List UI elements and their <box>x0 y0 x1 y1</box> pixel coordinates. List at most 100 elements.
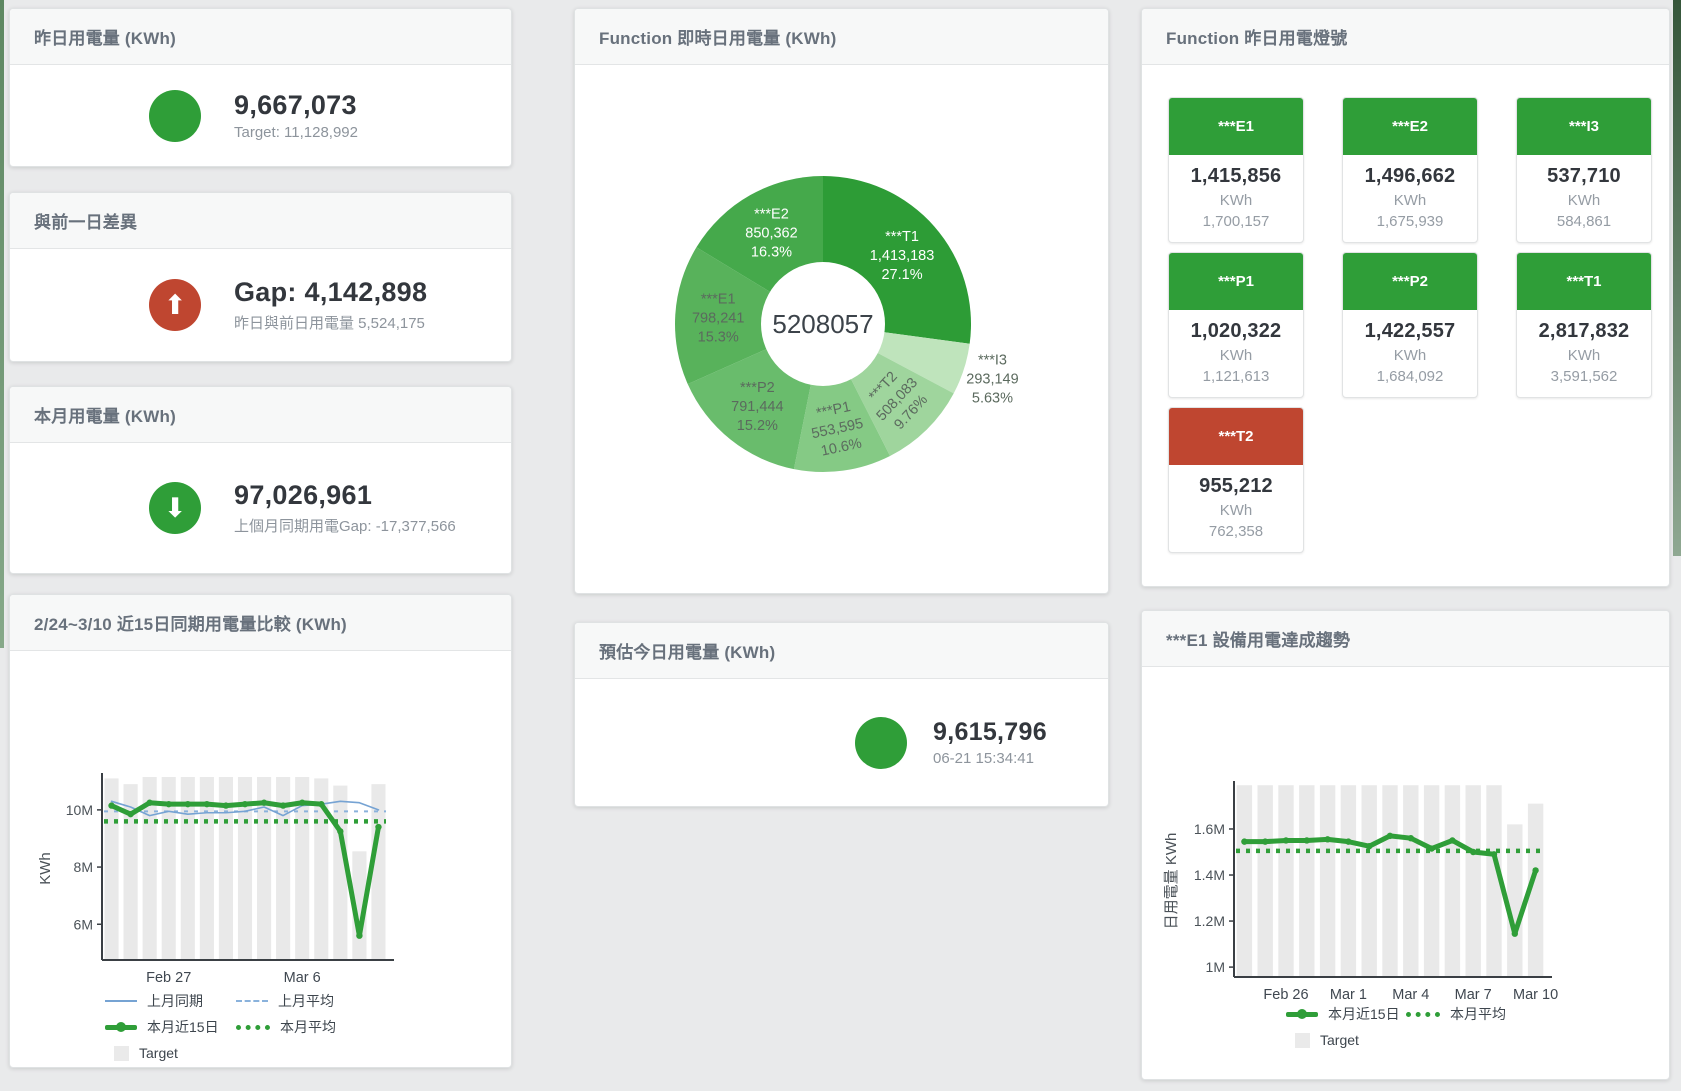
legend-label: 本月平均 <box>1450 1004 1506 1024</box>
panel-month-usage: 本月用電量 (KWh) ⬇ 97,026,961 上個月同期用電Gap: -17… <box>9 386 512 574</box>
green-dotted-line-icon <box>1406 1012 1440 1017</box>
panel-title: 預估今日用電量 (KWh) <box>575 623 1108 679</box>
green-line-icon <box>105 1025 137 1030</box>
panel-title: 本月用電量 (KWh) <box>10 387 511 443</box>
svg-text:Mar 10: Mar 10 <box>1513 987 1558 1003</box>
status-card-i3: ***I3 537,710 KWh 584,861 <box>1516 97 1652 243</box>
panel-title: Function 昨日用電燈號 <box>1142 9 1669 65</box>
legend-label: 本月平均 <box>280 1017 336 1037</box>
legend-label: Target <box>139 1045 178 1061</box>
arrow-down-icon: ⬇ <box>149 482 201 534</box>
legend-item-this-month-avg[interactable]: 本月平均 <box>1406 1004 1506 1024</box>
svg-text:1.2M: 1.2M <box>1194 913 1225 929</box>
svg-text:日用電量 KWh: 日用電量 KWh <box>1163 833 1180 930</box>
panel-compare-chart: 2/24~3/10 近15日同期用電量比較 (KWh) 6M8M10MFeb 2… <box>9 594 512 1068</box>
panel-title: 2/24~3/10 近15日同期用電量比較 (KWh) <box>10 595 511 651</box>
status-card-value: 1,422,557 <box>1347 320 1473 343</box>
green-line-icon <box>1286 1012 1318 1017</box>
status-card-target: 1,675,939 <box>1347 213 1473 230</box>
legend-label: 本月近15日 <box>147 1017 219 1037</box>
status-card-unit: KWh <box>1521 192 1647 209</box>
panel-title: 與前一日差異 <box>10 193 511 249</box>
panel-day-gap: 與前一日差異 ⬆ Gap: 4,142,898 昨日與前日用電量 5,524,1… <box>9 192 512 362</box>
day-gap-subtext: 昨日與前日用電量 5,524,175 <box>234 312 427 333</box>
status-card-e1: ***E1 1,415,856 KWh 1,700,157 <box>1168 97 1304 243</box>
arrow-down-glyph: ⬇ <box>164 495 187 522</box>
legend-item-target[interactable]: Target <box>1286 1032 1359 1048</box>
yesterday-usage-target: Target: 11,128,992 <box>234 124 358 141</box>
status-card-unit: KWh <box>1173 192 1299 209</box>
panel-status-lights: Function 昨日用電燈號 ***E1 1,415,856 KWh 1,70… <box>1141 8 1670 587</box>
arrow-up-glyph: ⬆ <box>164 292 187 319</box>
month-usage-value: 97,026,961 <box>234 480 456 511</box>
legend-item-this-month-avg[interactable]: 本月平均 <box>236 1017 336 1037</box>
svg-text:KWh: KWh <box>37 852 54 885</box>
legend-label: 上月平均 <box>278 991 334 1011</box>
legend-label: Target <box>1320 1032 1359 1048</box>
compare-chart[interactable]: 6M8M10MFeb 27Mar 6KWh <box>10 651 511 996</box>
day-gap-value: Gap: 4,142,898 <box>234 277 427 308</box>
realtime-donut-chart[interactable]: ***T11,413,18327.1%***I3293,1495.63%***T… <box>575 65 1108 593</box>
status-card-header: ***E1 <box>1169 98 1303 155</box>
status-card-header: ***T2 <box>1169 408 1303 465</box>
compare-legend: 上月同期 上月平均 本月近15日 本月平均 <box>105 988 336 1066</box>
svg-text:5208057: 5208057 <box>772 309 873 339</box>
legend-item-this-month[interactable]: 本月近15日 <box>105 1017 236 1037</box>
status-card-header: ***P2 <box>1343 253 1477 310</box>
status-circle-icon <box>855 717 907 769</box>
status-circle-icon <box>149 90 201 142</box>
status-card-value: 1,415,856 <box>1173 165 1299 188</box>
e1-trend-chart[interactable]: 1M1.2M1.4M1.6MFeb 26Mar 1Mar 4Mar 7Mar 1… <box>1142 667 1669 1012</box>
legend-label: 本月近15日 <box>1328 1004 1400 1024</box>
gray-square-icon <box>114 1046 129 1061</box>
svg-text:1.6M: 1.6M <box>1194 821 1225 837</box>
status-card-value: 537,710 <box>1521 165 1647 188</box>
status-card-header: ***I3 <box>1517 98 1651 155</box>
status-card-target: 762,358 <box>1173 523 1299 540</box>
panel-title: 昨日用電量 (KWh) <box>10 9 511 65</box>
status-card-value: 1,496,662 <box>1347 165 1473 188</box>
status-card-p1: ***P1 1,020,322 KWh 1,121,613 <box>1168 252 1304 398</box>
legend-item-this-month[interactable]: 本月近15日 <box>1286 1004 1406 1024</box>
month-usage-gap: 上個月同期用電Gap: -17,377,566 <box>234 515 456 536</box>
svg-text:6M: 6M <box>74 916 93 932</box>
panel-yesterday-usage: 昨日用電量 (KWh) 9,667,073 Target: 11,128,992 <box>9 8 512 167</box>
status-card-t1: ***T1 2,817,832 KWh 3,591,562 <box>1516 252 1652 398</box>
estimate-value: 9,615,796 <box>933 718 1047 747</box>
trend-legend: 本月近15日 本月平均 Target <box>1286 1001 1506 1053</box>
dashboard: { "colors":{"green":"#2f9e38","red":"#bf… <box>0 0 1681 1091</box>
blue-line-icon <box>105 1000 137 1002</box>
status-card-e2: ***E2 1,496,662 KWh 1,675,939 <box>1342 97 1478 243</box>
svg-text:10M: 10M <box>66 802 93 818</box>
status-card-target: 1,700,157 <box>1173 213 1299 230</box>
status-card-p2: ***P2 1,422,557 KWh 1,684,092 <box>1342 252 1478 398</box>
status-card-t2: ***T2 955,212 KWh 762,358 <box>1168 407 1304 553</box>
stat-row: 9,667,073 Target: 11,128,992 <box>10 65 511 166</box>
estimate-timestamp: 06-21 15:34:41 <box>933 750 1047 767</box>
status-card-target: 1,121,613 <box>1173 368 1299 385</box>
gray-square-icon <box>1295 1033 1310 1048</box>
legend-item-target[interactable]: Target <box>105 1045 178 1061</box>
yesterday-usage-value: 9,667,073 <box>234 90 358 121</box>
green-dotted-line-icon <box>236 1025 270 1030</box>
status-card-unit: KWh <box>1173 347 1299 364</box>
status-card-unit: KWh <box>1173 502 1299 519</box>
status-card-header: ***E2 <box>1343 98 1477 155</box>
status-card-target: 1,684,092 <box>1347 368 1473 385</box>
svg-text:***I3293,1495.63%: ***I3293,1495.63% <box>966 352 1018 406</box>
panel-e1-trend: ***E1 設備用電達成趨勢 1M1.2M1.4M1.6MFeb 26Mar 1… <box>1141 610 1670 1080</box>
arrow-up-icon: ⬆ <box>149 279 201 331</box>
legend-item-last-month[interactable]: 上月同期 <box>105 991 236 1011</box>
panel-title: ***E1 設備用電達成趨勢 <box>1142 611 1669 667</box>
panel-realtime-donut: Function 即時日用電量 (KWh) ***T11,413,18327.1… <box>574 8 1109 594</box>
panel-estimate-today: 預估今日用電量 (KWh) 9,615,796 06-21 15:34:41 <box>574 622 1109 807</box>
status-card-value: 2,817,832 <box>1521 320 1647 343</box>
svg-text:1.4M: 1.4M <box>1194 867 1225 883</box>
blue-dashed-line-icon <box>236 1000 268 1002</box>
status-card-value: 955,212 <box>1173 475 1299 498</box>
panel-title: Function 即時日用電量 (KWh) <box>575 9 1108 65</box>
legend-item-last-month-avg[interactable]: 上月平均 <box>236 991 334 1011</box>
status-card-unit: KWh <box>1347 192 1473 209</box>
status-card-target: 584,861 <box>1521 213 1647 230</box>
svg-text:8M: 8M <box>74 859 93 875</box>
